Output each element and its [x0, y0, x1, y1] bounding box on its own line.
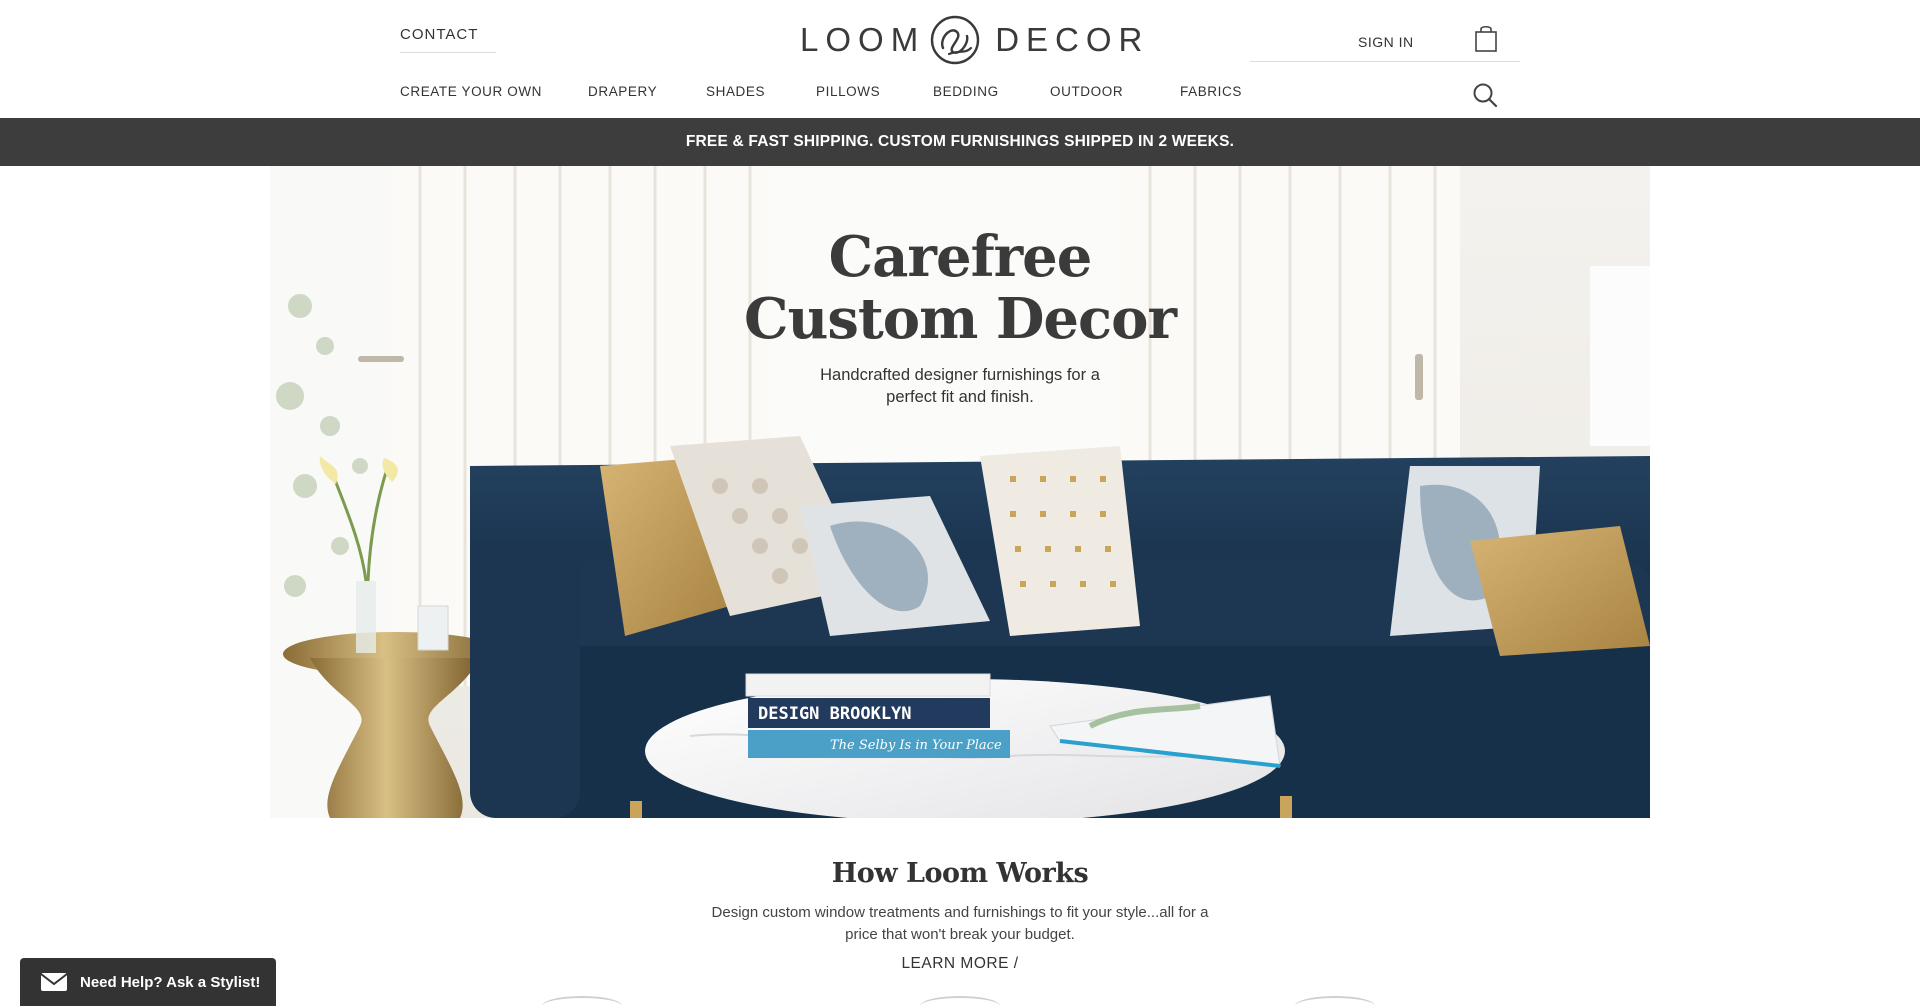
- nav-shades[interactable]: SHADES: [706, 84, 816, 104]
- hero-subtitle-line-2: perfect fit and finish.: [886, 388, 1034, 406]
- how-loom-works-heading: How Loom Works: [831, 858, 1089, 889]
- step-image-edge: [1295, 996, 1375, 1006]
- nav-create-your-own[interactable]: CREATE YOUR OWN: [400, 84, 588, 104]
- sign-in-link[interactable]: SIGN IN: [1358, 34, 1414, 50]
- logo-mark-icon: [930, 15, 980, 65]
- account-area: SIGN IN: [1250, 22, 1520, 62]
- hero-title-line-1: Carefree: [828, 224, 1093, 290]
- how-desc-line-1: Design custom window treatments and furn…: [711, 904, 1209, 921]
- nav-fabrics[interactable]: FABRICS: [1180, 84, 1270, 104]
- how-loom-works-description: Design custom window treatments and furn…: [0, 902, 1920, 946]
- step-image-edge: [920, 996, 1000, 1006]
- logo-text-right: DECOR: [995, 21, 1150, 58]
- chat-widget-button[interactable]: Need Help? Ask a Stylist!: [20, 958, 276, 1006]
- nav-bedding[interactable]: BEDDING: [933, 84, 1050, 104]
- learn-more-link[interactable]: LEARN MORE /: [0, 955, 1920, 973]
- how-desc-line-2: price that won't break your budget.: [845, 926, 1075, 943]
- book-design-brooklyn: DESIGN BROOKLYN: [758, 704, 912, 724]
- hero-subtitle-line-1: Handcrafted designer furnishings for a: [820, 366, 1100, 384]
- hero-subtitle: Handcrafted designer furnishings for a p…: [270, 364, 1650, 408]
- hero-title: Carefree Custom Decor: [270, 226, 1650, 350]
- main-nav: CREATE YOUR OWN DRAPERY SHADES PILLOWS B…: [400, 84, 1270, 104]
- hero-title-line-2: Custom Decor: [744, 286, 1177, 352]
- promo-banner: FREE & FAST SHIPPING. CUSTOM FURNISHINGS…: [0, 118, 1920, 166]
- book-the-selby: The Selby Is in Your Place: [830, 738, 1002, 753]
- promo-text: FREE & FAST SHIPPING. CUSTOM FURNISHINGS…: [685, 133, 1235, 150]
- site-logo[interactable]: LOOM DECOR: [800, 12, 1149, 68]
- shopping-bag-icon[interactable]: [1474, 24, 1498, 52]
- envelope-icon: [40, 973, 68, 991]
- contact-link[interactable]: CONTACT: [400, 26, 496, 53]
- nav-outdoor[interactable]: OUTDOOR: [1050, 84, 1180, 104]
- search-icon[interactable]: [1472, 82, 1498, 108]
- step-image-edge: [542, 996, 622, 1006]
- nav-drapery[interactable]: DRAPERY: [588, 84, 706, 104]
- logo-text-left: LOOM: [800, 21, 926, 58]
- site-header: CONTACT LOOM DECOR SIGN IN CREATE YOUR O…: [0, 0, 1920, 118]
- hero-banner[interactable]: DESIGN BROOKLYN The Selby Is in Your Pla…: [270, 166, 1650, 818]
- chat-widget-label: Need Help? Ask a Stylist!: [80, 973, 261, 991]
- nav-pillows[interactable]: PILLOWS: [816, 84, 933, 104]
